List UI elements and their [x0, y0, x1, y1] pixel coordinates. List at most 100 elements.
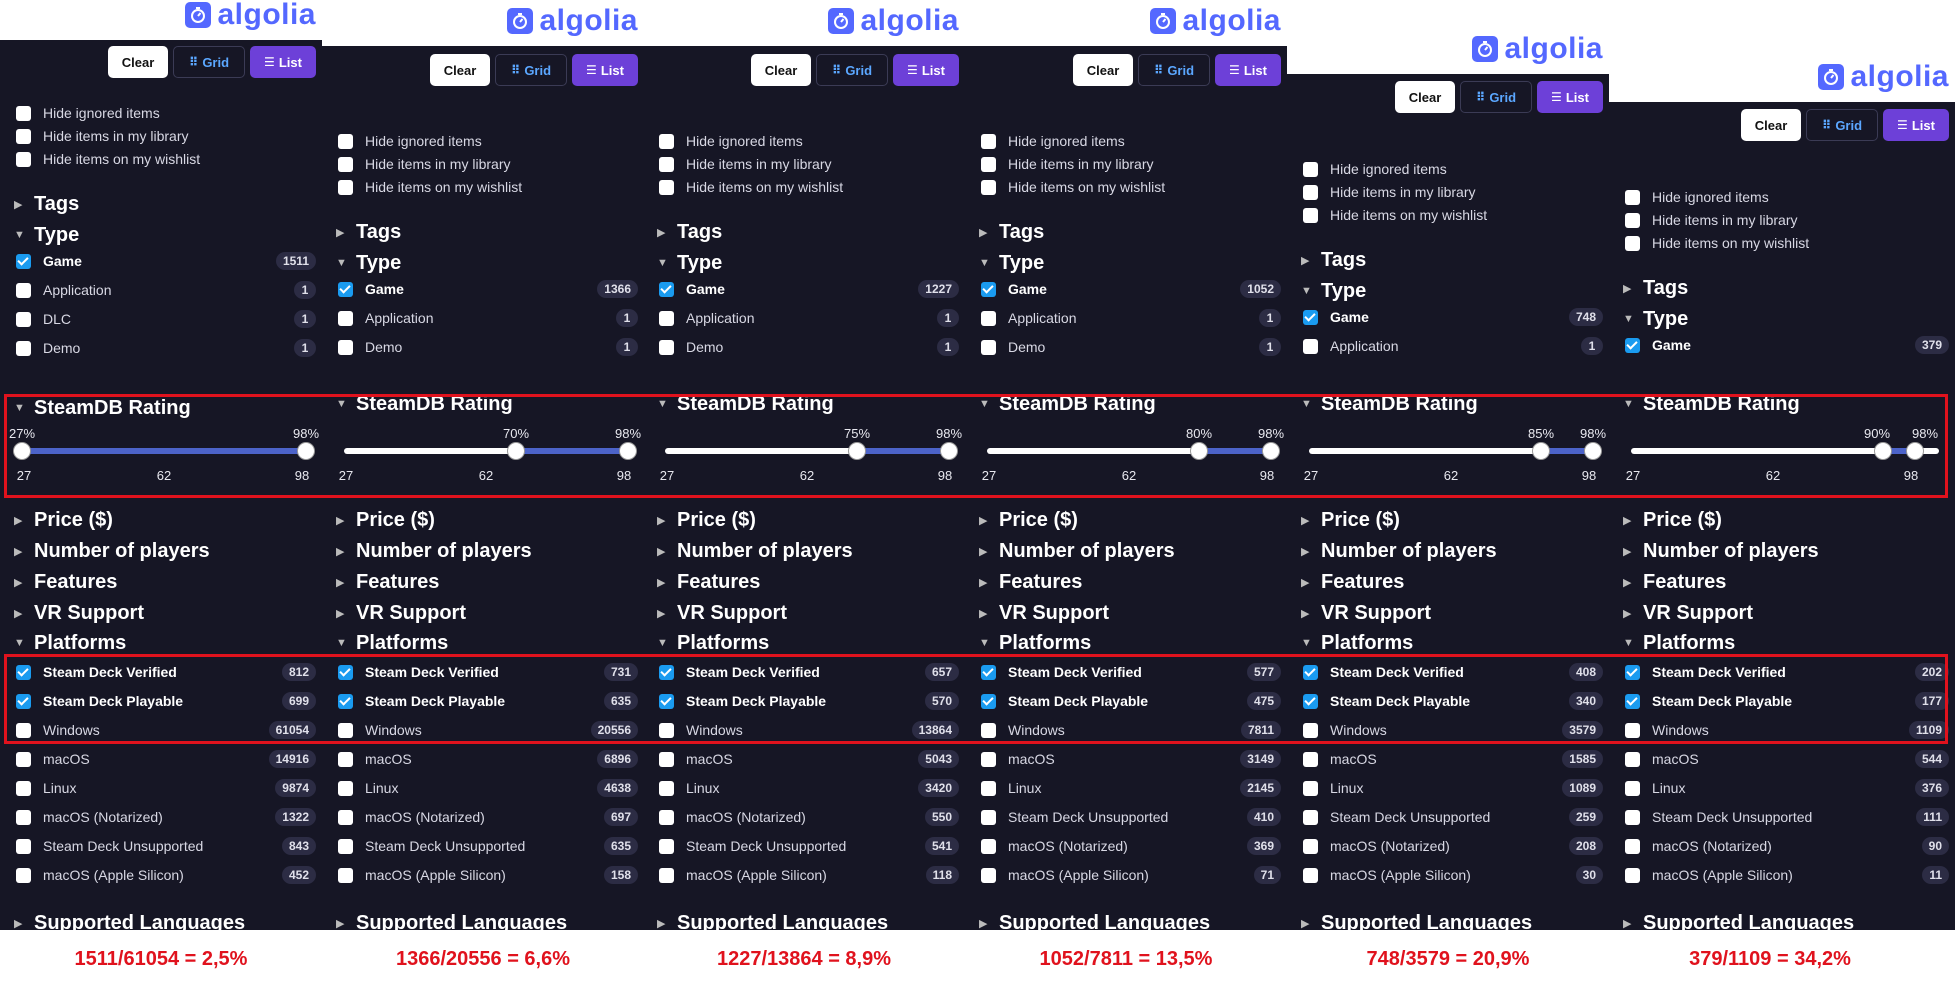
- price-section-toggle[interactable]: ▶ Price ($): [1301, 507, 1603, 533]
- checkbox[interactable]: [659, 751, 674, 767]
- checkbox[interactable]: [981, 751, 996, 767]
- features-section-toggle[interactable]: ▶ Features: [1301, 569, 1603, 595]
- checkbox[interactable]: [1303, 161, 1318, 177]
- platforms-section-toggle[interactable]: ▼ Platforms: [336, 630, 638, 656]
- checkbox[interactable]: [1625, 867, 1640, 883]
- checkbox[interactable]: [16, 151, 31, 167]
- features-section-toggle[interactable]: ▶ Features: [1623, 569, 1949, 595]
- languages-section-toggle[interactable]: ▶ Supported Languages: [336, 910, 638, 931]
- type-section-toggle[interactable]: ▼ Type: [14, 222, 316, 248]
- type-section-toggle[interactable]: ▼ Type: [979, 250, 1281, 276]
- platform-option[interactable]: Steam Deck Unsupported 259: [1303, 806, 1603, 828]
- checkbox[interactable]: [16, 340, 31, 356]
- tags-section-toggle[interactable]: ▶ Tags: [14, 191, 316, 217]
- platform-option[interactable]: macOS (Notarized) 697: [338, 806, 638, 828]
- hide-filter-option[interactable]: Hide items on my wishlist: [16, 148, 316, 170]
- platform-option[interactable]: macOS (Notarized) 550: [659, 806, 959, 828]
- checkbox[interactable]: [1625, 809, 1640, 825]
- platform-option[interactable]: Linux 3420: [659, 777, 959, 799]
- hide-filter-option[interactable]: Hide ignored items: [1303, 158, 1603, 180]
- list-view-button[interactable]: ☰ List: [250, 46, 316, 78]
- platform-option[interactable]: Linux 2145: [981, 777, 1281, 799]
- hide-filter-option[interactable]: Hide items in my library: [659, 153, 959, 175]
- hide-filter-option[interactable]: Hide ignored items: [659, 130, 959, 152]
- checkbox[interactable]: [16, 838, 31, 854]
- checkbox[interactable]: [981, 281, 996, 297]
- checkbox[interactable]: [16, 751, 31, 767]
- hide-filter-option[interactable]: Hide ignored items: [338, 130, 638, 152]
- checkbox[interactable]: [981, 838, 996, 854]
- checkbox[interactable]: [659, 310, 674, 326]
- features-section-toggle[interactable]: ▶ Features: [336, 569, 638, 595]
- platform-option[interactable]: Steam Deck Unsupported 410: [981, 806, 1281, 828]
- checkbox[interactable]: [1303, 207, 1318, 223]
- hide-filter-option[interactable]: Hide items in my library: [16, 125, 316, 147]
- type-option[interactable]: Demo 1: [659, 336, 959, 358]
- languages-section-toggle[interactable]: ▶ Supported Languages: [14, 910, 316, 931]
- hide-filter-option[interactable]: Hide items on my wishlist: [1625, 232, 1949, 254]
- tags-section-toggle[interactable]: ▶ Tags: [336, 219, 638, 245]
- features-section-toggle[interactable]: ▶ Features: [14, 569, 316, 595]
- checkbox[interactable]: [659, 133, 674, 149]
- clear-button[interactable]: Clear: [1073, 54, 1133, 86]
- checkbox[interactable]: [16, 253, 31, 269]
- price-section-toggle[interactable]: ▶ Price ($): [14, 507, 316, 533]
- platforms-section-toggle[interactable]: ▼ Platforms: [14, 630, 316, 656]
- type-section-toggle[interactable]: ▼ Type: [336, 250, 638, 276]
- languages-section-toggle[interactable]: ▶ Supported Languages: [1301, 910, 1603, 931]
- checkbox[interactable]: [16, 128, 31, 144]
- checkbox[interactable]: [338, 751, 353, 767]
- checkbox[interactable]: [981, 133, 996, 149]
- platform-option[interactable]: macOS (Notarized) 369: [981, 835, 1281, 857]
- hide-filter-option[interactable]: Hide items on my wishlist: [981, 176, 1281, 198]
- clear-button[interactable]: Clear: [751, 54, 811, 86]
- checkbox[interactable]: [659, 156, 674, 172]
- hide-filter-option[interactable]: Hide ignored items: [1625, 186, 1949, 208]
- type-option[interactable]: Application 1: [338, 307, 638, 329]
- checkbox[interactable]: [16, 780, 31, 796]
- platforms-section-toggle[interactable]: ▼ Platforms: [1301, 630, 1603, 656]
- checkbox[interactable]: [981, 867, 996, 883]
- checkbox[interactable]: [981, 310, 996, 326]
- grid-view-button[interactable]: ⠿ Grid: [816, 54, 888, 86]
- players-section-toggle[interactable]: ▶ Number of players: [1623, 538, 1949, 564]
- checkbox[interactable]: [16, 311, 31, 327]
- checkbox[interactable]: [1303, 780, 1318, 796]
- type-option[interactable]: Application 1: [1303, 335, 1603, 357]
- grid-view-button[interactable]: ⠿ Grid: [1460, 81, 1532, 113]
- vr-section-toggle[interactable]: ▶ VR Support: [1623, 600, 1949, 626]
- clear-button[interactable]: Clear: [430, 54, 490, 86]
- checkbox[interactable]: [659, 179, 674, 195]
- price-section-toggle[interactable]: ▶ Price ($): [336, 507, 638, 533]
- players-section-toggle[interactable]: ▶ Number of players: [1301, 538, 1603, 564]
- type-option[interactable]: Application 1: [16, 279, 316, 301]
- price-section-toggle[interactable]: ▶ Price ($): [1623, 507, 1949, 533]
- checkbox[interactable]: [16, 105, 31, 121]
- tags-section-toggle[interactable]: ▶ Tags: [657, 219, 959, 245]
- checkbox[interactable]: [981, 339, 996, 355]
- players-section-toggle[interactable]: ▶ Number of players: [336, 538, 638, 564]
- type-option[interactable]: Game 379: [1625, 334, 1949, 356]
- type-option[interactable]: Game 1366: [338, 278, 638, 300]
- clear-button[interactable]: Clear: [1741, 109, 1801, 141]
- checkbox[interactable]: [981, 179, 996, 195]
- languages-section-toggle[interactable]: ▶ Supported Languages: [979, 910, 1281, 931]
- hide-filter-option[interactable]: Hide items on my wishlist: [338, 176, 638, 198]
- platform-option[interactable]: macOS 14916: [16, 748, 316, 770]
- checkbox[interactable]: [1625, 751, 1640, 767]
- checkbox[interactable]: [338, 281, 353, 297]
- platform-option[interactable]: macOS (Notarized) 208: [1303, 835, 1603, 857]
- vr-section-toggle[interactable]: ▶ VR Support: [657, 600, 959, 626]
- platform-option[interactable]: macOS 5043: [659, 748, 959, 770]
- hide-filter-option[interactable]: Hide items on my wishlist: [659, 176, 959, 198]
- type-option[interactable]: Application 1: [981, 307, 1281, 329]
- platform-option[interactable]: macOS (Apple Silicon) 158: [338, 864, 638, 886]
- checkbox[interactable]: [338, 780, 353, 796]
- checkbox[interactable]: [338, 838, 353, 854]
- type-option[interactable]: Game 1227: [659, 278, 959, 300]
- players-section-toggle[interactable]: ▶ Number of players: [14, 538, 316, 564]
- checkbox[interactable]: [659, 838, 674, 854]
- platform-option[interactable]: macOS (Apple Silicon) 71: [981, 864, 1281, 886]
- platform-option[interactable]: Linux 4638: [338, 777, 638, 799]
- type-option[interactable]: Game 748: [1303, 306, 1603, 328]
